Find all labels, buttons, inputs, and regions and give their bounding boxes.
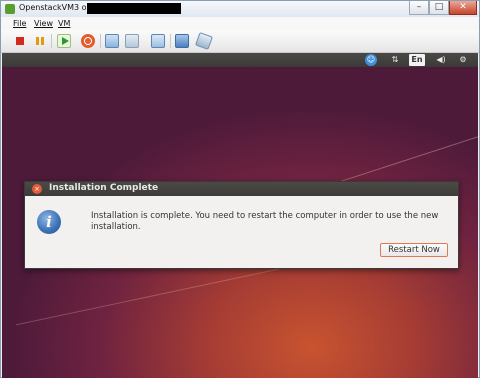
- installation-complete-dialog: × Installation Complete i Installation i…: [24, 181, 459, 269]
- snapshot-icon[interactable]: [105, 34, 119, 48]
- stop-icon[interactable]: [13, 34, 27, 48]
- accessibility-icon[interactable]: ☺: [365, 54, 377, 66]
- maximize-button[interactable]: □: [429, 1, 449, 15]
- volume-icon[interactable]: ◀): [433, 54, 449, 66]
- menu-vm[interactable]: VM: [58, 19, 70, 28]
- network-icon[interactable]: ⇅: [388, 54, 402, 66]
- toolbar-separator: [100, 34, 101, 48]
- toolbar: [1, 30, 479, 53]
- keyboard-language-indicator[interactable]: En: [409, 54, 425, 66]
- info-icon: i: [37, 210, 61, 234]
- menu-view[interactable]: View: [34, 19, 53, 28]
- vm-window: OpenstackVM3 on – □ ✕ File View VM ☺ ⇅ E…: [0, 0, 480, 378]
- app-logo-icon: [5, 4, 15, 14]
- dialog-close-icon[interactable]: ×: [32, 184, 42, 194]
- window-title: OpenstackVM3 on: [19, 3, 92, 12]
- close-button[interactable]: ✕: [449, 1, 477, 15]
- reset-icon[interactable]: [81, 34, 95, 48]
- play-icon[interactable]: [57, 34, 71, 48]
- title-bar[interactable]: OpenstackVM3 on – □ ✕: [1, 1, 479, 18]
- restart-now-button[interactable]: Restart Now: [380, 243, 448, 257]
- menu-file[interactable]: File: [13, 19, 26, 28]
- snapshot-manager-icon[interactable]: [151, 34, 165, 48]
- unity-icon[interactable]: [195, 32, 213, 50]
- toolbar-separator: [170, 34, 171, 48]
- dialog-title: Installation Complete: [49, 183, 159, 193]
- dialog-message: Installation is complete. You need to re…: [91, 211, 439, 232]
- redacted-hostname: [87, 3, 181, 14]
- toolbar-separator: [51, 34, 52, 48]
- menu-bar: File View VM: [1, 17, 479, 30]
- guest-top-panel: ☺ ⇅ En ◀) ⚙: [2, 53, 478, 67]
- revert-snapshot-icon[interactable]: [125, 34, 139, 48]
- dialog-title-bar[interactable]: × Installation Complete: [25, 182, 458, 196]
- settings-gear-icon[interactable]: ⚙: [456, 54, 470, 66]
- minimize-button[interactable]: –: [409, 1, 429, 15]
- pause-icon[interactable]: [33, 34, 47, 48]
- window-controls: – □ ✕: [409, 1, 477, 15]
- fullscreen-icon[interactable]: [175, 34, 189, 48]
